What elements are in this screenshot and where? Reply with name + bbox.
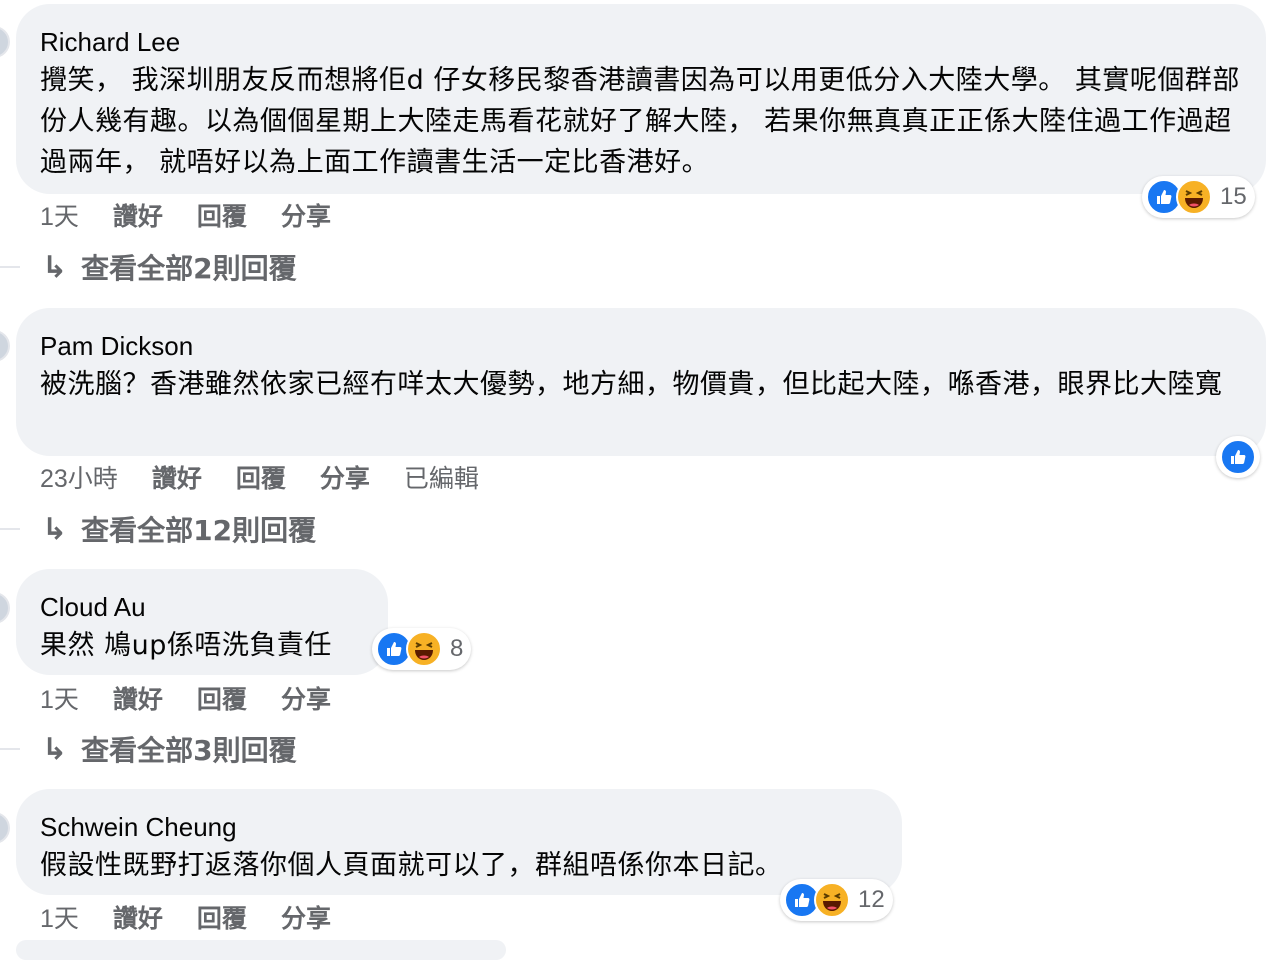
share-button[interactable]: 分享 bbox=[281, 197, 331, 233]
view-replies-label: 查看全部3則回覆 bbox=[81, 734, 297, 767]
share-button[interactable]: 分享 bbox=[281, 680, 331, 716]
next-comment-bubble bbox=[16, 940, 506, 960]
thread-line bbox=[0, 266, 20, 268]
view-replies-link[interactable]: ↳ 查看全部3則回覆 bbox=[42, 729, 297, 769]
reply-button[interactable]: 回覆 bbox=[236, 459, 286, 495]
comment-author[interactable]: Cloud Au bbox=[40, 591, 364, 623]
reply-button[interactable]: 回覆 bbox=[197, 197, 247, 233]
reaction-summary[interactable]: 12 bbox=[780, 879, 893, 921]
reaction-count: 15 bbox=[1220, 183, 1247, 210]
comment-bubble: Pam Dickson 被洗腦？香港雖然依家已經冇咩太大優勢，地方細，物價貴，但… bbox=[16, 308, 1266, 456]
comment-bubble: Richard Lee 攪笑， 我深圳朋友反而想將佢d 仔女移民黎香港讀書因為可… bbox=[16, 4, 1266, 194]
comment-actions: 1天 讚好 回覆 分享 bbox=[40, 197, 365, 233]
avatar[interactable] bbox=[0, 26, 10, 58]
reaction-count: 12 bbox=[858, 886, 885, 913]
edited-label: 已編輯 bbox=[403, 464, 479, 493]
avatar[interactable] bbox=[0, 812, 10, 844]
view-replies-label: 查看全部12則回覆 bbox=[81, 514, 317, 547]
comment-text: 果然 鳩up係唔洗負責任 bbox=[40, 630, 332, 661]
haha-icon bbox=[1176, 179, 1212, 215]
timestamp[interactable]: 1天 bbox=[40, 197, 79, 233]
like-icon bbox=[1220, 439, 1256, 475]
comment-actions: 23小時 讚好 回覆 分享 已編輯 bbox=[40, 459, 479, 495]
timestamp[interactable]: 1天 bbox=[40, 680, 79, 716]
share-button[interactable]: 分享 bbox=[320, 459, 370, 495]
reply-button[interactable]: 回覆 bbox=[197, 899, 247, 935]
reaction-summary[interactable]: 8 bbox=[372, 628, 472, 670]
like-button[interactable]: 讚好 bbox=[152, 459, 202, 495]
comment-author[interactable]: Pam Dickson bbox=[40, 330, 1242, 362]
like-button[interactable]: 讚好 bbox=[113, 197, 163, 233]
share-button[interactable]: 分享 bbox=[281, 899, 331, 935]
comment-text: 被洗腦？香港雖然依家已經冇咩太大優勢，地方細，物價貴，但比起大陸，喺香港，眼界比… bbox=[40, 369, 1223, 400]
comment-bubble: Cloud Au 果然 鳩up係唔洗負責任 bbox=[16, 569, 388, 675]
comment-bubble: Schwein Cheung 假設性既野打返落你個人頁面就可以了，群組唔係你本日… bbox=[16, 789, 902, 895]
reaction-count: 8 bbox=[450, 635, 464, 662]
comment-actions: 1天 讚好 回覆 分享 bbox=[40, 899, 365, 935]
timestamp[interactable]: 23小時 bbox=[40, 459, 118, 495]
comment-author[interactable]: Richard Lee bbox=[40, 26, 1242, 58]
like-button[interactable]: 讚好 bbox=[113, 899, 163, 935]
view-replies-link[interactable]: ↳ 查看全部2則回覆 bbox=[42, 247, 297, 287]
comment-text: 攪笑， 我深圳朋友反而想將佢d 仔女移民黎香港讀書因為可以用更低分入大陸大學。 … bbox=[40, 65, 1240, 178]
comment-author[interactable]: Schwein Cheung bbox=[40, 811, 878, 843]
like-button[interactable]: 讚好 bbox=[113, 680, 163, 716]
reply-arrow-icon: ↳ bbox=[42, 731, 68, 767]
haha-icon bbox=[406, 631, 442, 667]
haha-icon bbox=[814, 882, 850, 918]
thread-line bbox=[0, 528, 20, 530]
reaction-summary[interactable]: 15 bbox=[1142, 176, 1255, 218]
reply-arrow-icon: ↳ bbox=[42, 511, 68, 547]
view-replies-label: 查看全部2則回覆 bbox=[81, 252, 297, 285]
view-replies-link[interactable]: ↳ 查看全部12則回覆 bbox=[42, 509, 316, 549]
thread-line bbox=[0, 748, 20, 750]
timestamp[interactable]: 1天 bbox=[40, 899, 79, 935]
reaction-summary[interactable] bbox=[1216, 436, 1260, 478]
comment-text: 假設性既野打返落你個人頁面就可以了，群組唔係你本日記。 bbox=[40, 850, 783, 881]
comment-actions: 1天 讚好 回覆 分享 bbox=[40, 680, 365, 716]
avatar[interactable] bbox=[0, 592, 10, 624]
reply-button[interactable]: 回覆 bbox=[197, 680, 247, 716]
avatar[interactable] bbox=[0, 330, 10, 362]
reply-arrow-icon: ↳ bbox=[42, 249, 68, 285]
